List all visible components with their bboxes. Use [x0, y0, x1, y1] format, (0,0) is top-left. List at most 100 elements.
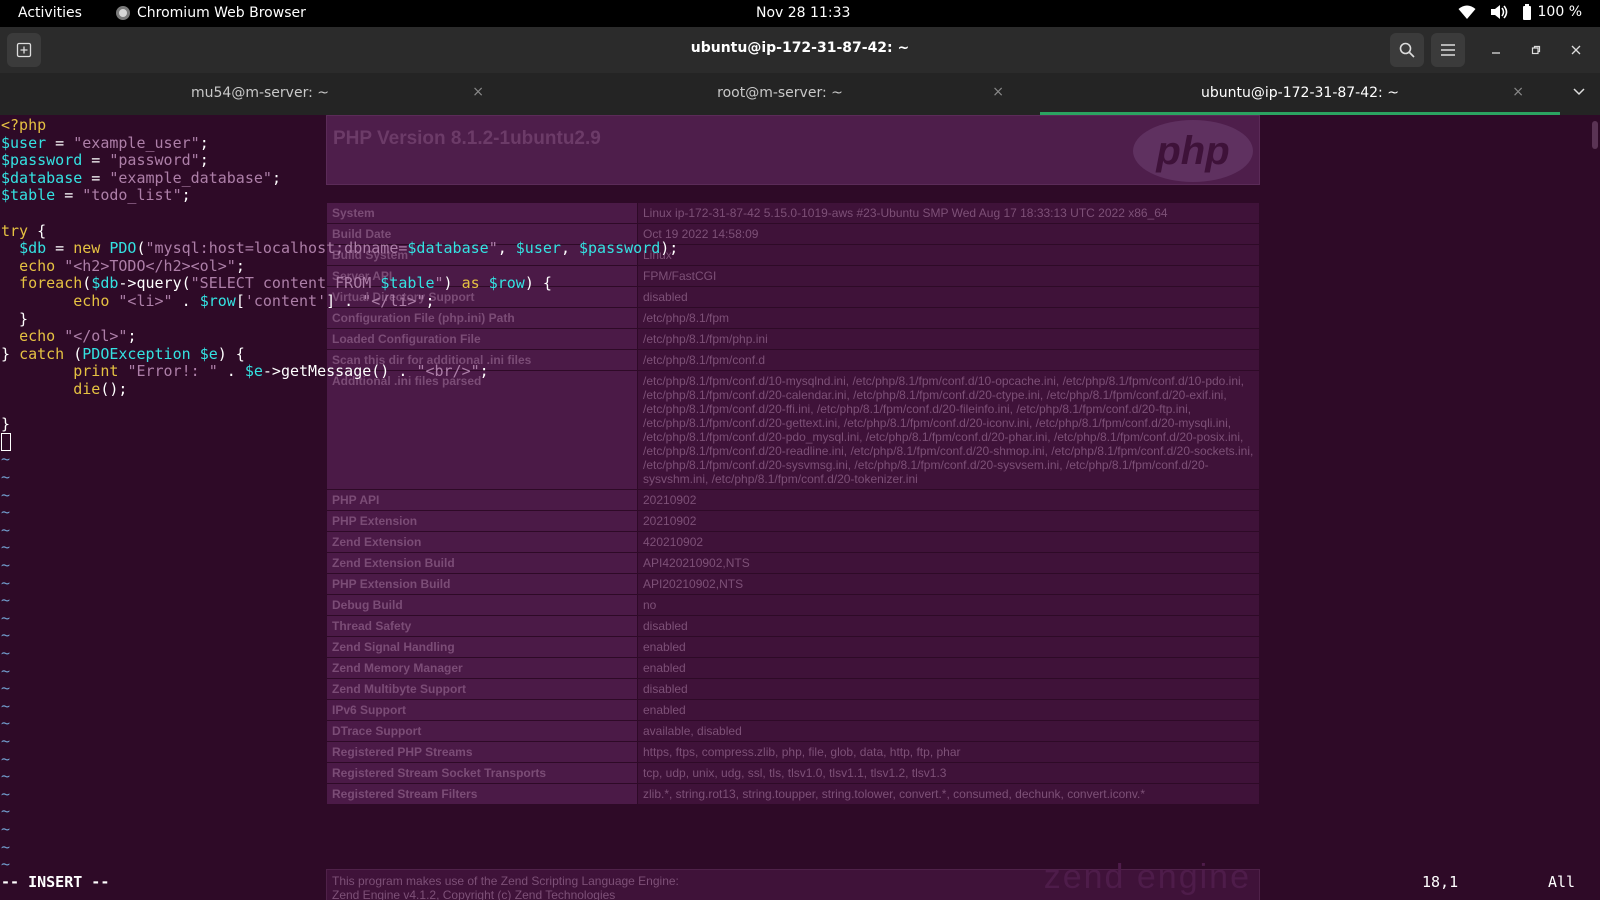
code-token: ; [479, 362, 489, 381]
code-line: } [1, 415, 10, 433]
close-window-button[interactable] [1565, 39, 1587, 61]
chromium-icon [116, 6, 130, 20]
wifi-icon [1458, 5, 1476, 19]
code-line: foreach($db->query("SELECT content FROM … [1, 274, 552, 292]
code-token: , [560, 239, 579, 258]
code-token: "example_user" [73, 133, 200, 152]
code-token: $database [407, 239, 489, 258]
empty-buffer-line: ~ [1, 784, 11, 803]
code-token: ) { [217, 344, 245, 363]
tab-close-icon[interactable]: × [992, 84, 1004, 100]
battery-percentage: 100 % [1537, 4, 1582, 20]
code-token: ] . [326, 292, 363, 310]
code-token: "mysql:host=localhost;dbname= [145, 239, 408, 258]
window-title: ubuntu@ip-172-31-87-42: ~ [690, 40, 910, 56]
code-line: $user = "example_user"; [1, 134, 209, 152]
search-icon [1399, 42, 1415, 58]
tab-label: mu54@m-server: ~ [191, 85, 329, 101]
hamburger-menu-icon [1441, 44, 1455, 56]
code-token: " [488, 239, 498, 258]
code-token: (); [100, 380, 128, 398]
code-token: "password" [109, 151, 200, 170]
empty-buffer-line: ~ [1, 520, 11, 539]
tab-label: ubuntu@ip-172-31-87-42: ~ [1201, 85, 1399, 101]
code-line: echo "<li>" . $row['content'] . "</li>"; [1, 292, 435, 310]
terminal-scrollbar[interactable] [1592, 121, 1598, 149]
code-token: } [1, 309, 29, 328]
code-token: ; [425, 292, 435, 310]
volume-icon [1490, 5, 1507, 19]
activities-button[interactable]: Activities [18, 5, 82, 21]
code-token: "</ol>" [64, 327, 128, 346]
code-token: ; [199, 133, 209, 152]
search-button[interactable] [1390, 33, 1424, 67]
code-token: as [461, 274, 480, 293]
tab-close-icon[interactable]: × [472, 84, 484, 100]
code-token: $db [19, 239, 47, 258]
cursor-line [1, 432, 11, 451]
empty-buffer-line: ~ [1, 450, 11, 469]
code-token: $table [1, 186, 56, 205]
code-line: $table = "todo_list"; [1, 186, 191, 204]
maximize-button[interactable] [1525, 39, 1547, 61]
code-line: echo "<h2>TODO</h2><ol>"; [1, 257, 245, 275]
code-line: print "Error!: " . $e->getMessage() . "<… [1, 362, 489, 381]
tab-root-m-server[interactable]: root@m-server: ~ × [520, 73, 1040, 115]
code-token: { [28, 221, 47, 240]
vim-editor[interactable]: <?php $user = "example_user"; $password = … [0, 115, 1600, 900]
code-token: ; [181, 186, 191, 205]
code-token: $user [1, 133, 47, 152]
empty-buffer-line: ~ [1, 538, 11, 557]
code-token: "<li>" [118, 292, 173, 310]
code-token: = [46, 239, 74, 258]
code-token: } [1, 344, 20, 363]
menu-button[interactable] [1431, 33, 1465, 67]
code-token: try [1, 221, 29, 240]
code-token: $db [91, 274, 119, 293]
code-token: "<h2>TODO</h2><ol>" [64, 256, 236, 275]
cursor-position: 18,1 [1422, 873, 1459, 891]
code-token: 'content' [244, 292, 327, 310]
terminal-header-bar: ubuntu@ip-172-31-87-42: ~ [0, 27, 1600, 73]
terminal-view[interactable]: PHP Version 8.1.2-1ubuntu2.9 php System L… [0, 115, 1600, 900]
code-line: die(); [1, 380, 127, 398]
tabs-overflow-button[interactable] [1572, 85, 1586, 101]
tab-mu54-m-server[interactable]: mu54@m-server: ~ × [0, 73, 520, 115]
empty-buffer-line: ~ [1, 749, 11, 768]
tab-close-icon[interactable]: × [1512, 84, 1524, 100]
text-cursor [1, 432, 11, 451]
clock[interactable]: Nov 28 11:33 [756, 5, 850, 21]
tab-bar: mu54@m-server: ~ × root@m-server: ~ × ub… [0, 73, 1600, 115]
code-token: ) { [524, 274, 552, 293]
empty-buffer-line: ~ [1, 679, 11, 698]
code-token: <?php [1, 116, 47, 134]
code-token: $database [1, 168, 83, 187]
empty-buffer-line: ~ [1, 591, 11, 610]
empty-buffer-line: ~ [1, 503, 11, 522]
system-tray[interactable]: 100 % [1458, 4, 1582, 20]
code-token: "Error!: " [127, 362, 218, 381]
tab-ubuntu-ip[interactable]: ubuntu@ip-172-31-87-42: ~ × [1040, 73, 1560, 115]
code-line: try { [1, 222, 46, 240]
app-menu[interactable]: Chromium Web Browser [116, 5, 306, 21]
vim-status-line: -- INSERT -- 18,1 All [0, 873, 1600, 891]
code-token: "todo_list" [82, 186, 182, 205]
code-token: = [82, 151, 110, 170]
minimize-button[interactable] [1485, 39, 1507, 61]
code-line: } catch (PDOException $e) { [1, 345, 245, 363]
empty-buffer-line: ~ [1, 732, 11, 750]
empty-buffer-line: ~ [1, 485, 11, 504]
code-token: . [172, 292, 200, 310]
chevron-down-icon [1573, 88, 1585, 96]
code-token: foreach [19, 274, 83, 293]
code-token: = [46, 133, 74, 152]
tab-label: root@m-server: ~ [717, 85, 843, 101]
code-token: "</li>" [362, 292, 426, 310]
code-token: " [434, 274, 444, 293]
code-line: } [1, 310, 28, 328]
code-token: echo [73, 292, 110, 310]
